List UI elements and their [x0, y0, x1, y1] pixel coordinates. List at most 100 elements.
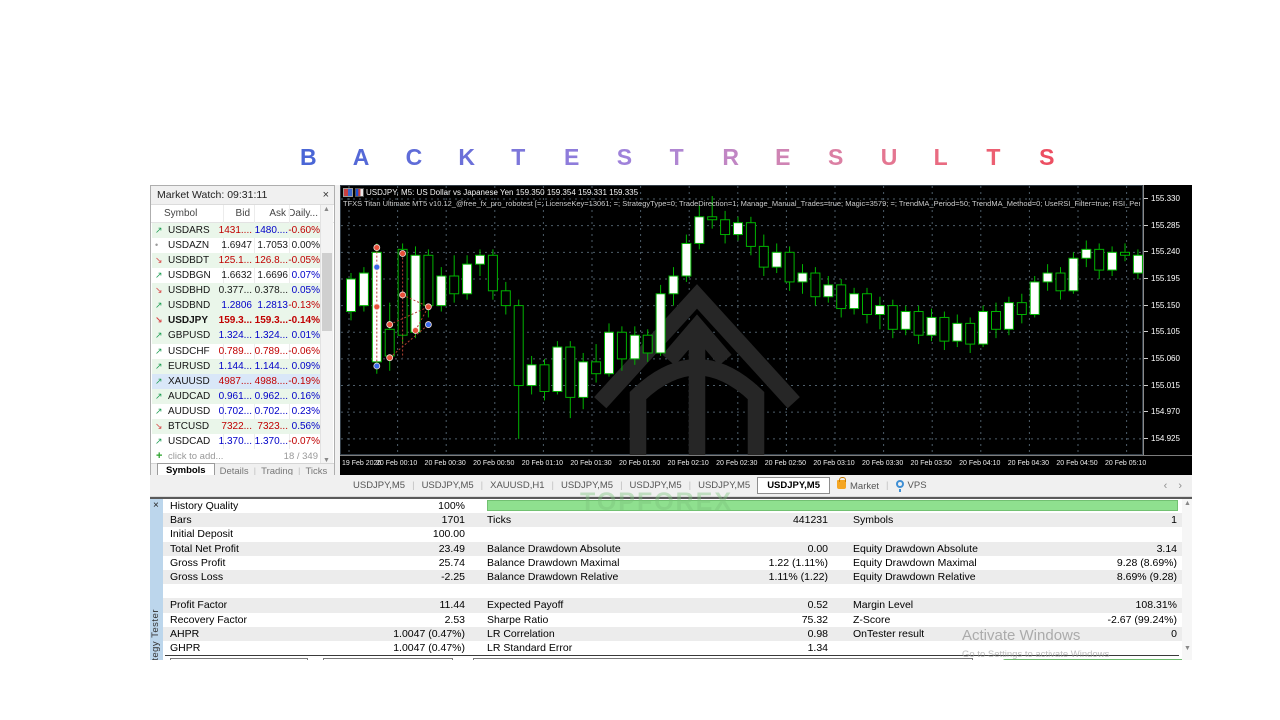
bull-candle	[681, 242, 692, 277]
sell-marker-icon	[373, 303, 381, 311]
stat-label: Equity Drawdown Maximal	[853, 556, 977, 569]
time-label: 20 Feb 05:10	[1104, 460, 1147, 467]
title-letter: E	[563, 144, 580, 170]
title-letter: S	[616, 144, 633, 170]
bull-candle	[1068, 257, 1079, 292]
tester-scrollbar[interactable]: ▲ ▼	[1182, 499, 1192, 660]
trade-line	[389, 324, 429, 359]
bear-candle	[487, 254, 498, 292]
bull-candle	[436, 275, 447, 307]
daily-change: 0.05%	[291, 285, 320, 297]
price-axis[interactable]: 155.330 155.285 155.240 155.195 155.150 155.1…	[1143, 185, 1192, 455]
chart-tab-5[interactable]: USDJPY,M5	[691, 480, 757, 491]
market-watch-row[interactable]: • USDAZN 1.6947 1.7053 0.00%	[152, 238, 322, 253]
scroll-up-icon[interactable]: ▲	[323, 206, 330, 213]
market-watch-row[interactable]: ↘ USDBDT 125.1... 126.8... -0.05%	[152, 253, 322, 269]
bid-value: 125.1...	[218, 255, 252, 267]
tester-row: Initial Deposit 100.00	[163, 527, 1182, 541]
close-icon[interactable]: ×	[153, 500, 159, 511]
title-letter: A	[352, 144, 370, 170]
column-header-symbol[interactable]: Symbol	[164, 205, 197, 222]
bear-candle	[565, 346, 576, 398]
close-icon[interactable]: ×	[323, 186, 329, 204]
tester-results-grid: History Quality 100% Bars 1701 Ticks 441231 Sy…	[163, 499, 1192, 660]
stat-label: LR Standard Error	[487, 642, 573, 654]
bull-candle	[655, 293, 666, 354]
bear-candle	[939, 316, 950, 342]
market-watch-row[interactable]: ↗ XAUUSD 4987.... 4988.... -0.19%	[152, 373, 322, 389]
bear-candle	[423, 254, 434, 307]
stat-label: Balance Drawdown Relative	[487, 571, 619, 583]
market-watch-row[interactable]: ↗ AUDUSD 0.702... 0.702... 0.23%	[152, 404, 322, 419]
market-watch-row[interactable]: ↗ USDCHF 0.789... 0.789... -0.06%	[152, 344, 322, 359]
scroll-down-icon[interactable]: ▼	[1184, 645, 1191, 652]
bear-candle	[784, 251, 795, 283]
chart-tab-4[interactable]: USDJPY,M5	[623, 480, 689, 491]
title-letter: U	[880, 144, 898, 170]
chart-tab-2[interactable]: XAUUSD,H1	[483, 480, 551, 491]
dot-icon: •	[155, 240, 159, 251]
chart-tab-6[interactable]: USDJPY,M5	[757, 477, 830, 494]
ask-value: 1.370...	[254, 435, 288, 447]
mt5-window: Market Watch: 09:31:11 × Symbol Bid Ask …	[150, 185, 1192, 660]
market-tab[interactable]: Market	[830, 476, 886, 492]
ask-value: 1480....	[254, 225, 288, 236]
sell-marker-icon	[386, 321, 394, 328]
scrollbar-thumb[interactable]	[322, 253, 332, 331]
market-watch-row[interactable]: ↘ USDBHD 0.377... 0.378... 0.05%	[152, 283, 322, 299]
column-header-daily[interactable]: Daily...	[288, 205, 318, 222]
market-watch-row[interactable]: ↘ BTCUSD 7322... 7323... 0.56%	[152, 418, 322, 434]
column-header-bid[interactable]: Bid	[236, 205, 250, 222]
time-label: 20 Feb 00:30	[424, 460, 466, 467]
price-tick	[1144, 277, 1148, 279]
market-watch-row[interactable]: ↘ USDJPY 159.3... 159.3... -0.14%	[152, 313, 322, 329]
vps-tab[interactable]: VPS	[889, 480, 934, 492]
stat-value: 441231	[792, 514, 828, 527]
broker-logo-watermark	[594, 284, 800, 547]
ask-value: 0.702...	[254, 405, 288, 417]
market-watch-row[interactable]: ↗ USDARS 1431.... 1480.... -0.60%	[152, 223, 322, 239]
bid-value: 1.144...	[218, 360, 252, 372]
bear-candle	[642, 334, 653, 354]
chart-tab-1[interactable]: USDJPY,M5	[415, 480, 481, 491]
market-watch-row[interactable]: ↗ USDBGN 1.6632 1.6696 0.07%	[152, 268, 322, 283]
stat-value: 1	[1171, 514, 1177, 527]
bull-candle	[1042, 272, 1053, 283]
bull-candle	[578, 361, 589, 398]
symbol-name: BTCUSD	[168, 420, 210, 432]
symbol-name: EURUSD	[168, 360, 211, 372]
up-arrow-icon: ↗	[155, 345, 163, 356]
market-watch-row[interactable]: ↗ EURUSD 1.144... 1.144... 0.09%	[152, 358, 322, 374]
market-watch-row[interactable]: ↗ AUDCAD 0.961... 0.962... 0.16%	[152, 388, 322, 404]
time-label: 20 Feb 04:10	[959, 460, 1001, 467]
scroll-up-icon[interactable]: ▲	[1184, 500, 1191, 507]
column-header-ask[interactable]: Ask	[269, 205, 286, 222]
tester-row: GHPR 1.0047 (0.47%) LR Standard Error 1.34	[163, 641, 1182, 655]
add-symbol-icon[interactable]: +	[156, 449, 162, 464]
bull-candle	[526, 364, 537, 387]
chart-tab-3[interactable]: USDJPY,M5	[554, 480, 620, 491]
click-to-add[interactable]: click to add...	[168, 449, 223, 464]
down-arrow-icon: ↘	[155, 285, 163, 296]
market-watch-scrollbar[interactable]: ▲ ▼	[320, 205, 333, 465]
market-watch-row[interactable]: ↗ USDBND 1.2806 1.2813 -0.13%	[152, 298, 322, 314]
time-label: 20 Feb 00:50	[473, 460, 515, 467]
stat-value: 23.49	[438, 542, 465, 555]
strategy-tester-strip[interactable]: × Strategy Tester	[150, 499, 163, 660]
symbol-name: USDBGN	[168, 270, 211, 282]
chart-plot-area[interactable]	[340, 185, 1144, 547]
daily-change: -0.13%	[288, 300, 320, 312]
market-watch-row[interactable]: ↗ GBPUSD 1.324... 1.324... 0.01%	[152, 328, 322, 344]
market-watch-row[interactable]: ↗ USDCAD 1.370... 1.370... -0.07%	[152, 434, 322, 449]
time-axis[interactable]: 19 Feb 2026 20 Feb 00:10 20 Feb 00:30 20 Fe…	[340, 455, 1192, 475]
bear-candle	[616, 331, 627, 360]
stat-value: 1701	[441, 514, 465, 527]
bid-value: 0.789...	[218, 345, 252, 357]
chart-tab-0[interactable]: USDJPY,M5	[346, 480, 412, 491]
stat-label: History Quality	[170, 500, 239, 512]
time-label: 20 Feb 04:30	[1007, 460, 1050, 467]
tester-row: Gross Loss -2.25 Balance Drawdown Relative…	[163, 570, 1182, 585]
bull-candle	[733, 222, 743, 236]
bull-candle	[797, 272, 808, 283]
tab-scroll-arrows[interactable]: ‹ ›	[1164, 480, 1186, 492]
